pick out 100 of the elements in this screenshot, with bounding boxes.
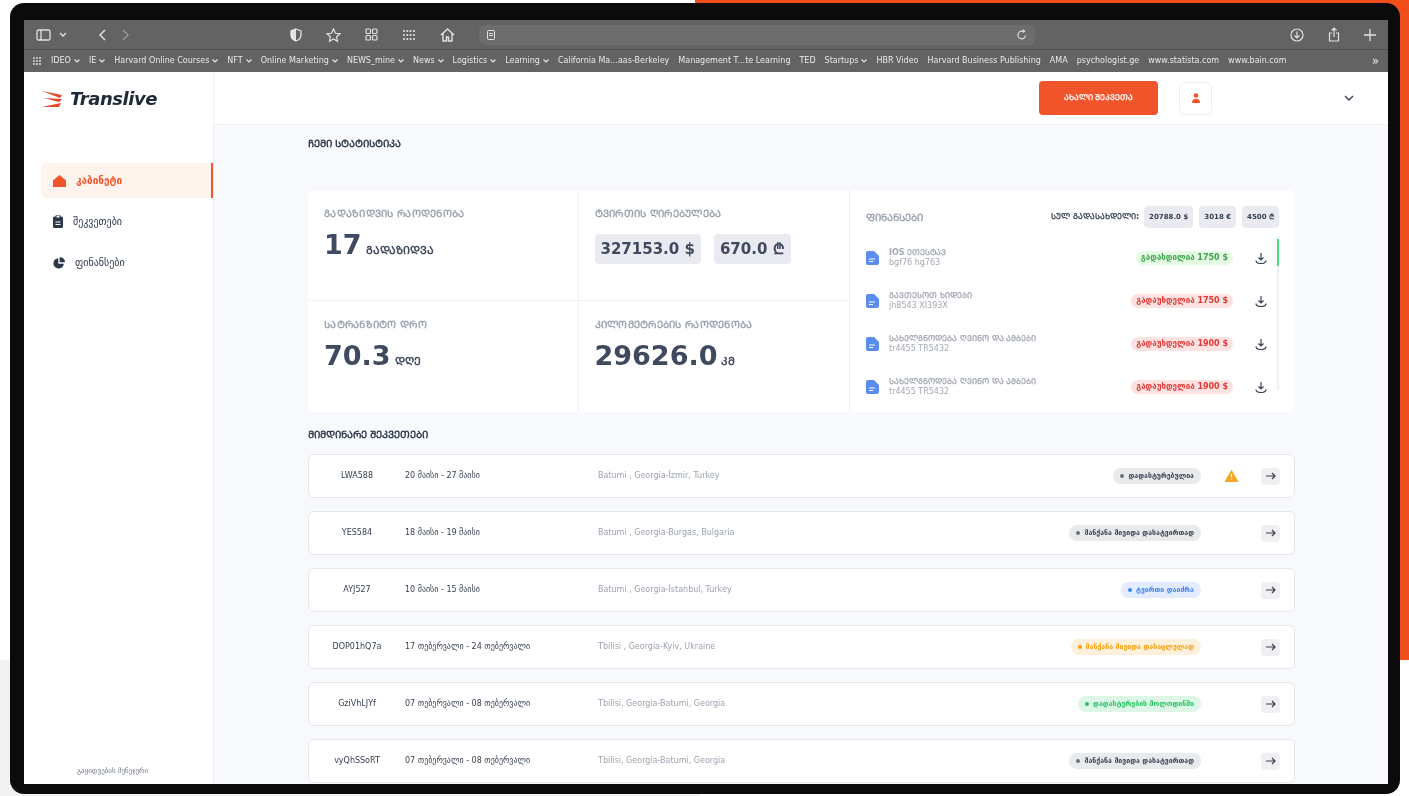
sidebar-item[interactable]: შეკვეთები bbox=[41, 204, 213, 239]
download-icon[interactable] bbox=[1255, 251, 1267, 264]
shield-icon[interactable] bbox=[290, 27, 302, 42]
bookmark-link[interactable]: AMA bbox=[1049, 55, 1068, 67]
bookmark-link[interactable]: IDEO bbox=[51, 55, 80, 67]
apps-icon[interactable] bbox=[402, 28, 416, 41]
bookmark-link[interactable]: HBR Video bbox=[876, 55, 919, 67]
chevron-down-icon bbox=[99, 59, 106, 63]
download-icon[interactable] bbox=[1255, 294, 1267, 307]
page-icon bbox=[487, 29, 495, 40]
stat-label: ᲡᲐᲢᲠᲐᲜᲖᲘᲢᲝ ᲓᲠᲝ bbox=[324, 318, 428, 332]
arrow-right-button[interactable] bbox=[1261, 752, 1280, 770]
stat-value: 17 bbox=[324, 231, 362, 258]
reload-icon[interactable] bbox=[1017, 29, 1027, 40]
order-id: GziVhLJYf bbox=[337, 698, 377, 710]
document-name: ᲡᲐᲮᲔᲚᲒᲜᲝᲓᲔᲑᲐ ᲦᲕᲘᲜᲝ ᲓᲐ ᲐᲛᲑᲔᲑᲘ bbox=[889, 333, 1037, 344]
payment-status: გადახდილია 1750 $ bbox=[1135, 250, 1233, 265]
bookmark-link[interactable]: Harvard Online Courses bbox=[114, 55, 219, 67]
arrow-right-button[interactable] bbox=[1261, 467, 1280, 485]
stat-unit: ᲓᲦᲔ bbox=[394, 354, 421, 370]
user-icon bbox=[1191, 93, 1200, 103]
bookmark-link[interactable]: IE bbox=[88, 55, 106, 67]
scroll-thumb bbox=[1277, 239, 1279, 266]
bookmark-link[interactable]: California Ma...aas-Berkeley bbox=[557, 55, 670, 67]
order-route: Batumi , Georgia-Burgas, Bulgaria bbox=[598, 527, 735, 539]
order-route: Batumi , Georgia-İstanbul, Turkey bbox=[598, 584, 732, 596]
download-icon[interactable] bbox=[1255, 380, 1267, 393]
document-icon bbox=[866, 293, 879, 308]
plus-icon[interactable] bbox=[1364, 28, 1376, 41]
profile-button[interactable] bbox=[1179, 81, 1212, 115]
order-id: vyQhSSoRT bbox=[333, 755, 381, 767]
bookmark-link[interactable]: www.bain.com bbox=[1228, 55, 1287, 67]
arrow-right-button[interactable] bbox=[1261, 638, 1280, 656]
document-name: ᲒᲐᲕᲗᲔᲡᲝᲗ ᲮᲘᲓᲔᲑᲘ bbox=[889, 290, 972, 301]
sidebar-icon[interactable] bbox=[36, 28, 51, 41]
apps-icon[interactable] bbox=[33, 57, 43, 65]
document-code: bgf76 hg763 bbox=[889, 257, 942, 268]
bookmark-link[interactable]: TED bbox=[799, 55, 816, 67]
document-icon bbox=[866, 336, 879, 351]
stat-unit: ᲙᲛ bbox=[721, 354, 736, 370]
chevron-down-icon bbox=[331, 59, 338, 63]
chevron-down-icon bbox=[397, 59, 404, 63]
arrow-right-icon bbox=[1265, 700, 1276, 708]
clipboard-icon bbox=[53, 215, 63, 228]
chevron-down-icon[interactable] bbox=[1344, 95, 1354, 101]
bookmark-link[interactable]: www.statista.com bbox=[1148, 55, 1220, 67]
amount-chip: 670.0 ₾ bbox=[713, 234, 791, 264]
arrow-right-icon bbox=[1265, 643, 1276, 651]
order-route: Tbilisi, Georgia-Batumi, Georgia bbox=[598, 755, 726, 767]
bookmark-link[interactable]: NFT bbox=[227, 55, 252, 67]
order-route: Tbilisi, Georgia-Batumi, Georgia bbox=[598, 698, 726, 710]
document-name: IOS ᲔᲗᲔᲡᲢᲐᲕ bbox=[889, 247, 947, 258]
total-label: ᲡᲣᲚ ᲒᲐᲓᲐᲡᲐᲮᲓᲔᲚᲘ: bbox=[1051, 211, 1140, 223]
star-icon[interactable] bbox=[326, 27, 341, 42]
document-icon bbox=[866, 379, 879, 394]
bookmark-link[interactable]: News bbox=[412, 55, 444, 67]
arrow-right-button[interactable] bbox=[1261, 524, 1280, 542]
bookmark-link[interactable]: Learning bbox=[505, 55, 549, 67]
section-title: ᲩᲔᲛᲘ ᲡᲢᲐᲢᲘᲡᲢᲘᲙᲐ bbox=[308, 137, 403, 150]
amount-chip: 327153.0 $ bbox=[594, 234, 701, 264]
grid-icon[interactable] bbox=[365, 28, 378, 41]
bookmark-link[interactable]: Logistics bbox=[452, 55, 497, 67]
order-route: Tbilisi , Georgia-Kyiv, Ukraine bbox=[598, 641, 716, 653]
chevron-down-icon bbox=[245, 59, 252, 63]
new-order-button[interactable]: ᲐᲮᲐᲚᲘ ᲨᲔᲙᲕᲔᲗᲐ bbox=[1039, 81, 1158, 115]
stat-label: ᲙᲘᲚᲝᲛᲔᲢᲠᲔᲑᲘᲡ ᲠᲐᲝᲓᲔᲜᲝᲑᲐ bbox=[594, 318, 754, 332]
arrow-right-button[interactable] bbox=[1261, 695, 1280, 713]
section-title: ᲛᲘᲛᲓᲘᲜᲐᲠᲔ ᲨᲔᲙᲕᲔᲗᲔᲑᲘ bbox=[308, 428, 430, 441]
more-bookmarks[interactable]: » bbox=[1371, 52, 1379, 70]
bookmark-link[interactable]: NEWS_mine bbox=[346, 55, 404, 67]
order-dates: 10 მაისი - 15 მაისი bbox=[405, 584, 481, 596]
download-icon[interactable] bbox=[1255, 337, 1267, 350]
document-code: tr4455 TR5432 bbox=[889, 343, 951, 354]
order-id: YES584 bbox=[340, 527, 374, 539]
panel-title: ᲤᲘᲜᲐᲜᲡᲔᲑᲘ bbox=[866, 210, 923, 225]
order-id: LWA588 bbox=[340, 470, 374, 482]
order-dates: 07 თებერვალი - 08 თებერვალი bbox=[405, 698, 532, 710]
stat-value: 70.3 bbox=[324, 342, 391, 369]
share-icon[interactable] bbox=[1328, 27, 1340, 42]
arrow-right-button[interactable] bbox=[1261, 581, 1280, 599]
bookmark-link[interactable]: Online Marketing bbox=[260, 55, 338, 67]
chevron-down-icon bbox=[490, 59, 497, 63]
chevron-down-icon bbox=[542, 59, 549, 63]
sidebar-item[interactable]: ფინანსები bbox=[41, 245, 213, 280]
bookmark-link[interactable]: Harvard Business Publishing bbox=[927, 55, 1041, 67]
document-name: ᲡᲐᲮᲔᲚᲒᲜᲝᲓᲔᲑᲐ ᲦᲕᲘᲜᲝ ᲓᲐ ᲐᲛᲑᲔᲑᲘ bbox=[889, 376, 1037, 387]
document-code: jh8543 XI393X bbox=[889, 300, 949, 311]
stat-value: 29626.0 bbox=[594, 342, 718, 369]
bookmark-link[interactable]: psychologist.ge bbox=[1076, 55, 1140, 67]
back-icon[interactable] bbox=[99, 28, 106, 41]
home-icon[interactable] bbox=[440, 27, 455, 42]
order-dates: 07 თებერვალი - 08 თებერვალი bbox=[405, 755, 532, 767]
sidebar-item[interactable]: კაბინეტი bbox=[41, 163, 213, 198]
bookmark-link[interactable]: Management T...te Learning bbox=[678, 55, 791, 67]
order-id: AYJ527 bbox=[342, 584, 372, 596]
document-code: tr4455 TR5432 bbox=[889, 386, 951, 397]
home-icon bbox=[53, 174, 66, 187]
bookmark-link[interactable]: Startups bbox=[824, 55, 868, 67]
pie-chart-icon bbox=[53, 256, 65, 269]
order-dates: 18 მაისი - 19 მაისი bbox=[405, 527, 481, 539]
